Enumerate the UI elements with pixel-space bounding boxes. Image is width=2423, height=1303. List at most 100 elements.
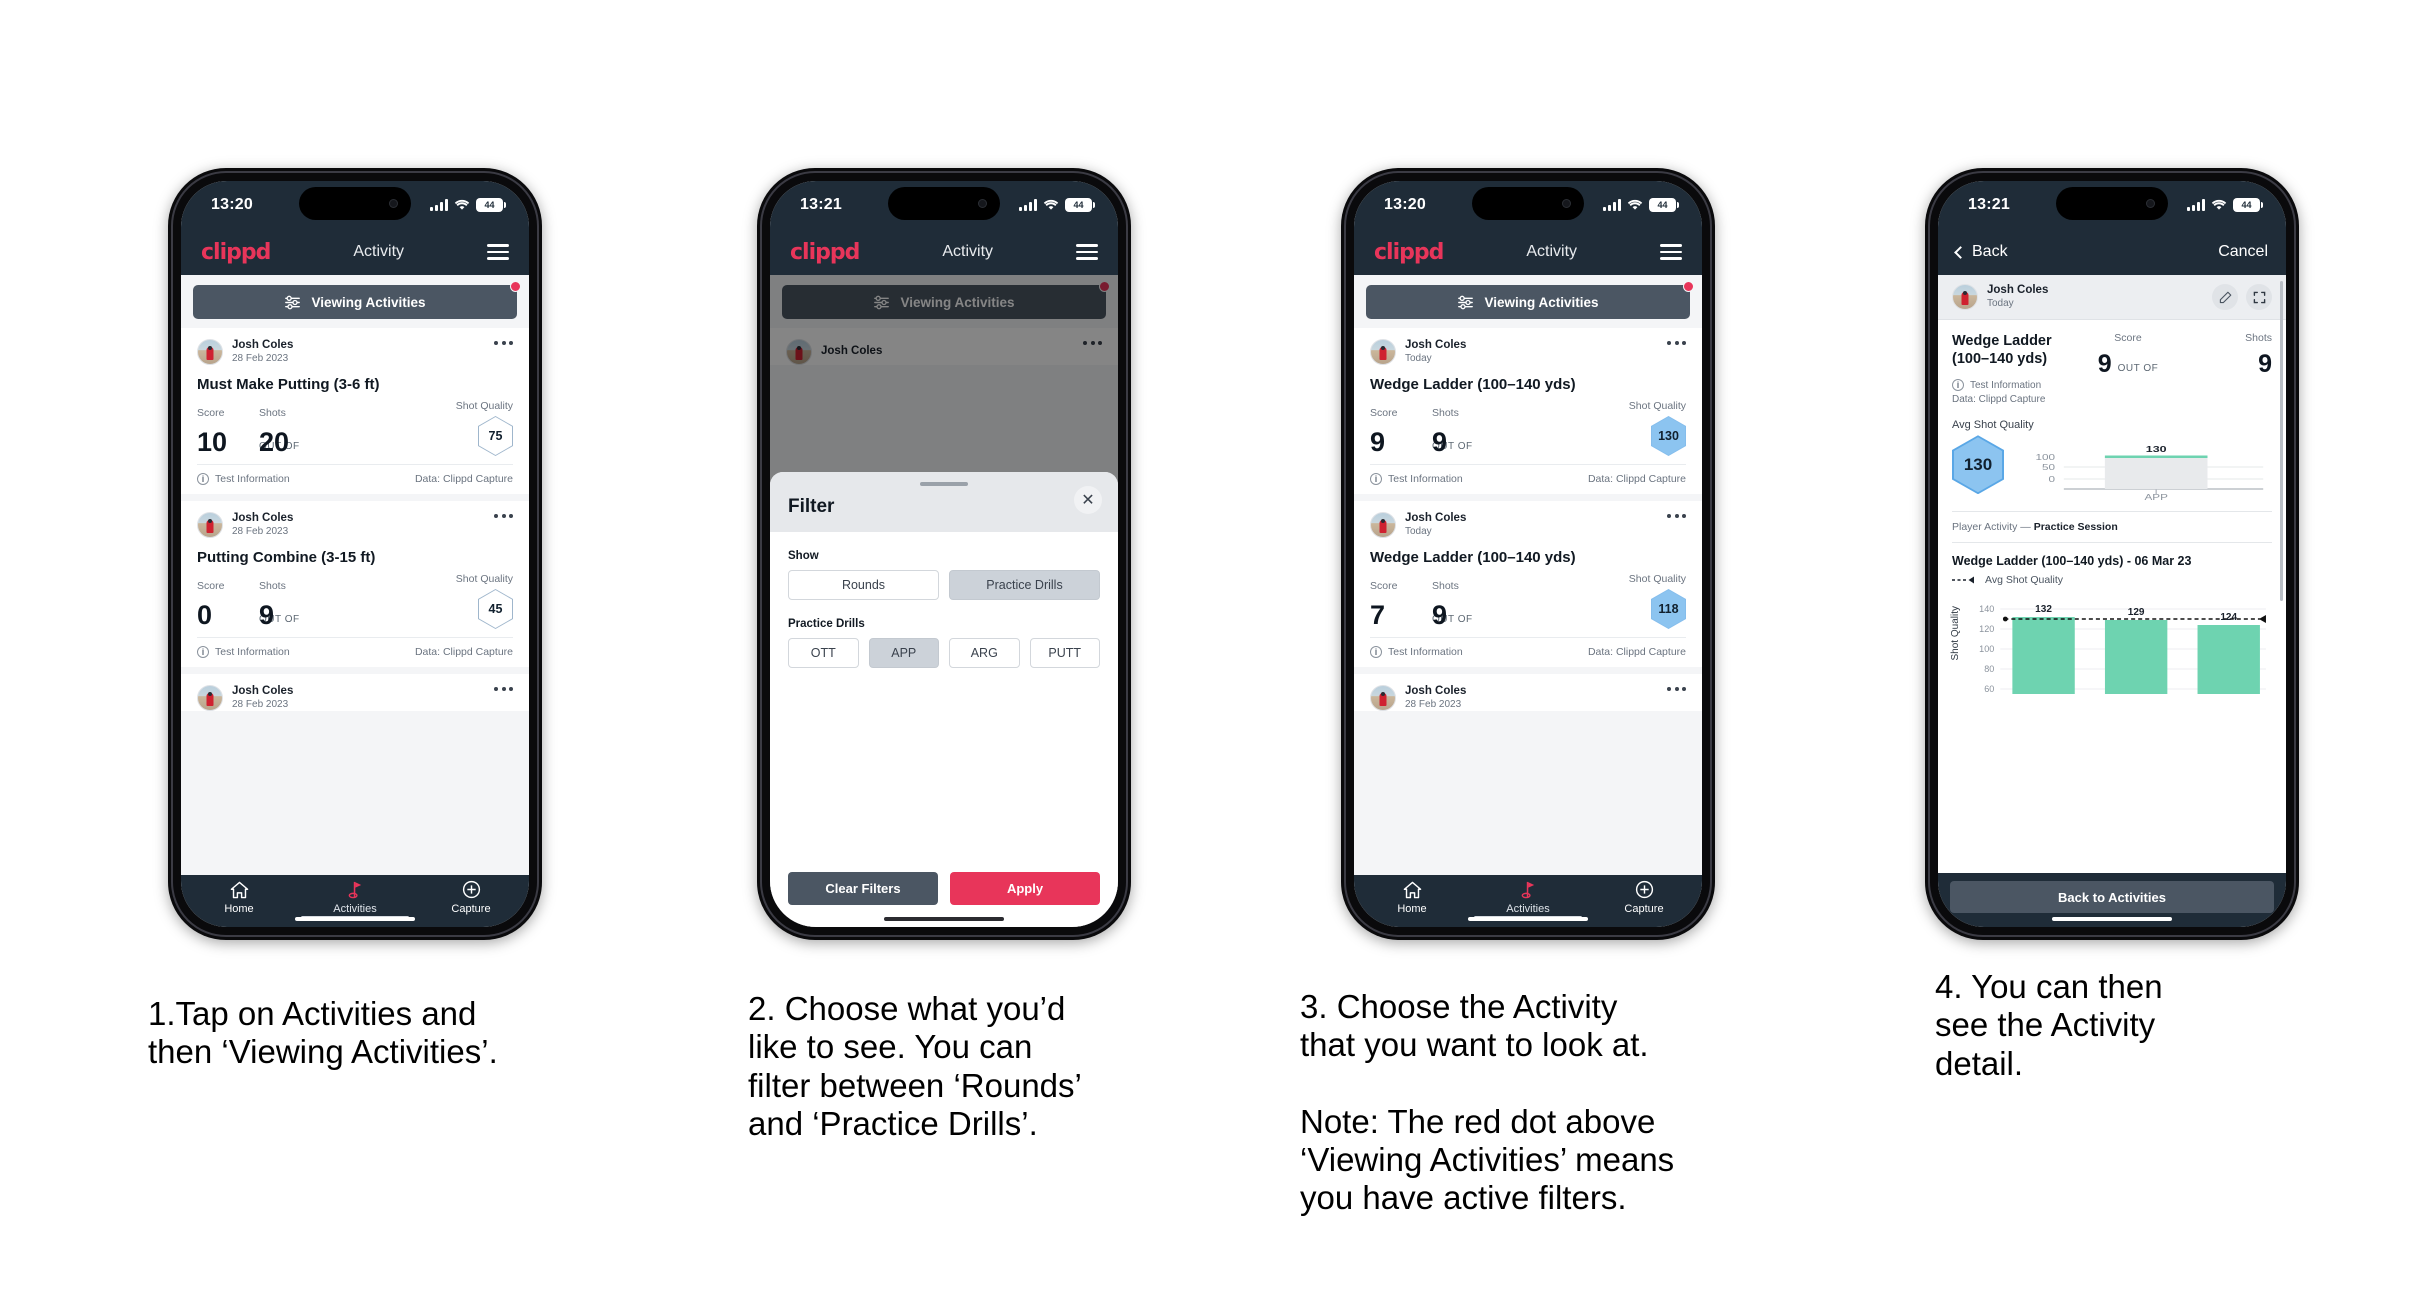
drill-chip-ott[interactable]: OTT	[788, 638, 859, 668]
wifi-icon	[1627, 199, 1643, 211]
close-icon[interactable]: ✕	[1074, 486, 1102, 514]
activity-card-partial[interactable]: Josh Coles 28 Feb 2023	[1354, 674, 1702, 711]
home-indicator	[1468, 916, 1588, 921]
dynamic-island	[299, 187, 411, 220]
menu-icon[interactable]	[1075, 244, 1098, 260]
card-header: Josh Coles 28 Feb 2023	[1370, 685, 1686, 711]
expand-icon[interactable]	[2246, 284, 2272, 310]
menu-icon[interactable]	[486, 244, 509, 260]
more-options-icon[interactable]	[1667, 514, 1686, 518]
chart-legend: Avg Shot Quality	[1952, 574, 2272, 586]
scrollbar[interactable]	[2280, 281, 2283, 601]
more-options-icon[interactable]	[494, 514, 513, 518]
drag-handle[interactable]	[920, 482, 968, 486]
avatar	[197, 512, 223, 538]
drill-chip-arg[interactable]: ARG	[949, 638, 1020, 668]
avatar	[1370, 339, 1396, 365]
more-options-icon[interactable]	[1667, 341, 1686, 345]
drill-chip-app[interactable]: APP	[868, 638, 939, 668]
activity-card[interactable]: Josh Coles 28 Feb 2023 Must Make Putting…	[181, 328, 529, 494]
tab-activities[interactable]: Activities	[297, 880, 413, 915]
user-block: Josh Coles 28 Feb 2023	[1405, 685, 1466, 710]
viewing-activities-label: Viewing Activities	[1484, 294, 1599, 310]
sliders-icon	[285, 295, 301, 309]
activity-date: 28 Feb 2023	[232, 698, 289, 710]
test-information-label: Test Information	[1388, 646, 1463, 658]
tab-home[interactable]: Home	[181, 880, 297, 915]
page-title: Activity	[942, 243, 994, 260]
status-bar: 13:21 44	[1938, 181, 2286, 229]
wifi-icon	[2211, 199, 2227, 211]
viewing-activities-label: Viewing Activities	[311, 294, 426, 310]
data-source-label: Data: Clippd Capture	[1952, 394, 2046, 406]
activity-card[interactable]: Josh Coles Today Wedge Ladder (100–140 y…	[1354, 501, 1702, 667]
score-label: Score	[197, 580, 225, 592]
tab-capture-label: Capture	[451, 902, 491, 915]
avatar	[1370, 685, 1396, 711]
tab-home[interactable]: Home	[1354, 880, 1470, 915]
shots-label: Shots	[2245, 332, 2272, 344]
detail-actions	[2212, 284, 2272, 310]
back-button[interactable]: Back	[1954, 243, 2008, 261]
tab-home-label: Home	[1397, 902, 1427, 915]
activity-stats: Score 9 OUT OF Shots 9 Shot Quality 130	[1370, 400, 1686, 456]
show-option-rounds[interactable]: Rounds	[788, 570, 939, 600]
wifi-icon	[1043, 199, 1059, 211]
phone-activity-detail: 13:21 44 Back Cancel Josh Coles Today We…	[1925, 168, 2299, 940]
activity-card[interactable]: Josh Coles 28 Feb 2023 Putting Combine (…	[181, 501, 529, 667]
shots-value: 20	[259, 427, 290, 457]
activity-card-partial[interactable]: Josh Coles 28 Feb 2023	[181, 674, 529, 711]
back-to-activities-button[interactable]: Back to Activities	[1950, 881, 2274, 913]
caption-step-3: 3. Choose the Activity that you want to …	[1300, 988, 1675, 1217]
bar-chart-svg: 140 120 100 80 60 132 129 124	[1979, 604, 2266, 695]
card-header: Josh Coles Today	[1370, 512, 1686, 538]
activity-title: Wedge Ladder (100–140 yds)	[1370, 376, 1576, 393]
viewing-activities-button[interactable]: Viewing Activities	[193, 281, 521, 319]
menu-icon[interactable]	[1659, 244, 1682, 260]
phone-activities-list: 13:20 44 clippd Activity Viewing Activit…	[168, 168, 542, 940]
show-group-label: Show	[788, 550, 819, 562]
svg-text:130: 130	[2146, 445, 2167, 455]
svg-text:0: 0	[2049, 476, 2056, 485]
tab-capture[interactable]: Capture	[1586, 880, 1702, 915]
detail-body: Wedge Ladder (100–140 yds) i Test Inform…	[1938, 320, 2286, 695]
detail-nav-bar: Back Cancel	[1938, 229, 2286, 275]
more-options-icon[interactable]	[494, 687, 513, 691]
svg-text:132: 132	[2035, 604, 2052, 615]
test-information-label: Test Information	[215, 473, 290, 485]
outof-label: OUT OF	[2117, 363, 2159, 374]
activity-card[interactable]: Josh Coles Today Wedge Ladder (100–140 y…	[1354, 328, 1702, 494]
more-options-icon[interactable]	[1667, 687, 1686, 691]
avatar	[1952, 284, 1978, 310]
card-footer: i Test Information Data: Clippd Capture	[1370, 464, 1686, 494]
clippd-logo: clippd	[790, 239, 860, 265]
shot-quality-hexagon: 130	[1651, 416, 1686, 456]
screen-body: Viewing Activities Josh Coles Filter ✕ S…	[770, 275, 1118, 927]
cancel-button[interactable]: Cancel	[2218, 243, 2268, 261]
score-col: Score 10	[197, 407, 259, 456]
svg-text:60: 60	[1984, 684, 1994, 694]
viewing-activities-button[interactable]: Viewing Activities	[1366, 281, 1694, 319]
active-filter-badge	[1683, 281, 1694, 292]
app-header: clippd Activity	[1354, 229, 1702, 275]
screen-body: Viewing Activities Josh Coles 28 Feb 202…	[181, 275, 529, 875]
shots-col: Shots 9	[1432, 580, 1629, 629]
drill-chip-putt[interactable]: PUTT	[1029, 638, 1100, 668]
tab-capture[interactable]: Capture	[413, 880, 529, 915]
status-bar: 13:20 44	[181, 181, 529, 229]
clear-filters-button[interactable]: Clear Filters	[788, 872, 938, 905]
chart-y-axis-label: Shot Quality	[1950, 606, 1961, 661]
activity-date: Today	[1987, 297, 2014, 309]
shot-quality-col: Shot Quality 130	[1629, 400, 1686, 456]
more-options-icon[interactable]	[494, 341, 513, 345]
show-option-practice-drills[interactable]: Practice Drills	[949, 570, 1100, 600]
card-divider	[181, 667, 529, 674]
svg-text:50: 50	[2042, 464, 2056, 473]
caption-step-1: 1.Tap on Activities and then ‘Viewing Ac…	[148, 995, 498, 1071]
user-name: Josh Coles	[1405, 512, 1467, 525]
pencil-icon[interactable]	[2212, 284, 2238, 310]
signal-icon	[1603, 199, 1621, 211]
apply-button[interactable]: Apply	[950, 872, 1100, 905]
activity-stats: Score 10 OUT OF Shots 20 Shot Quality 75	[197, 400, 513, 457]
tab-activities[interactable]: Activities	[1470, 880, 1586, 915]
